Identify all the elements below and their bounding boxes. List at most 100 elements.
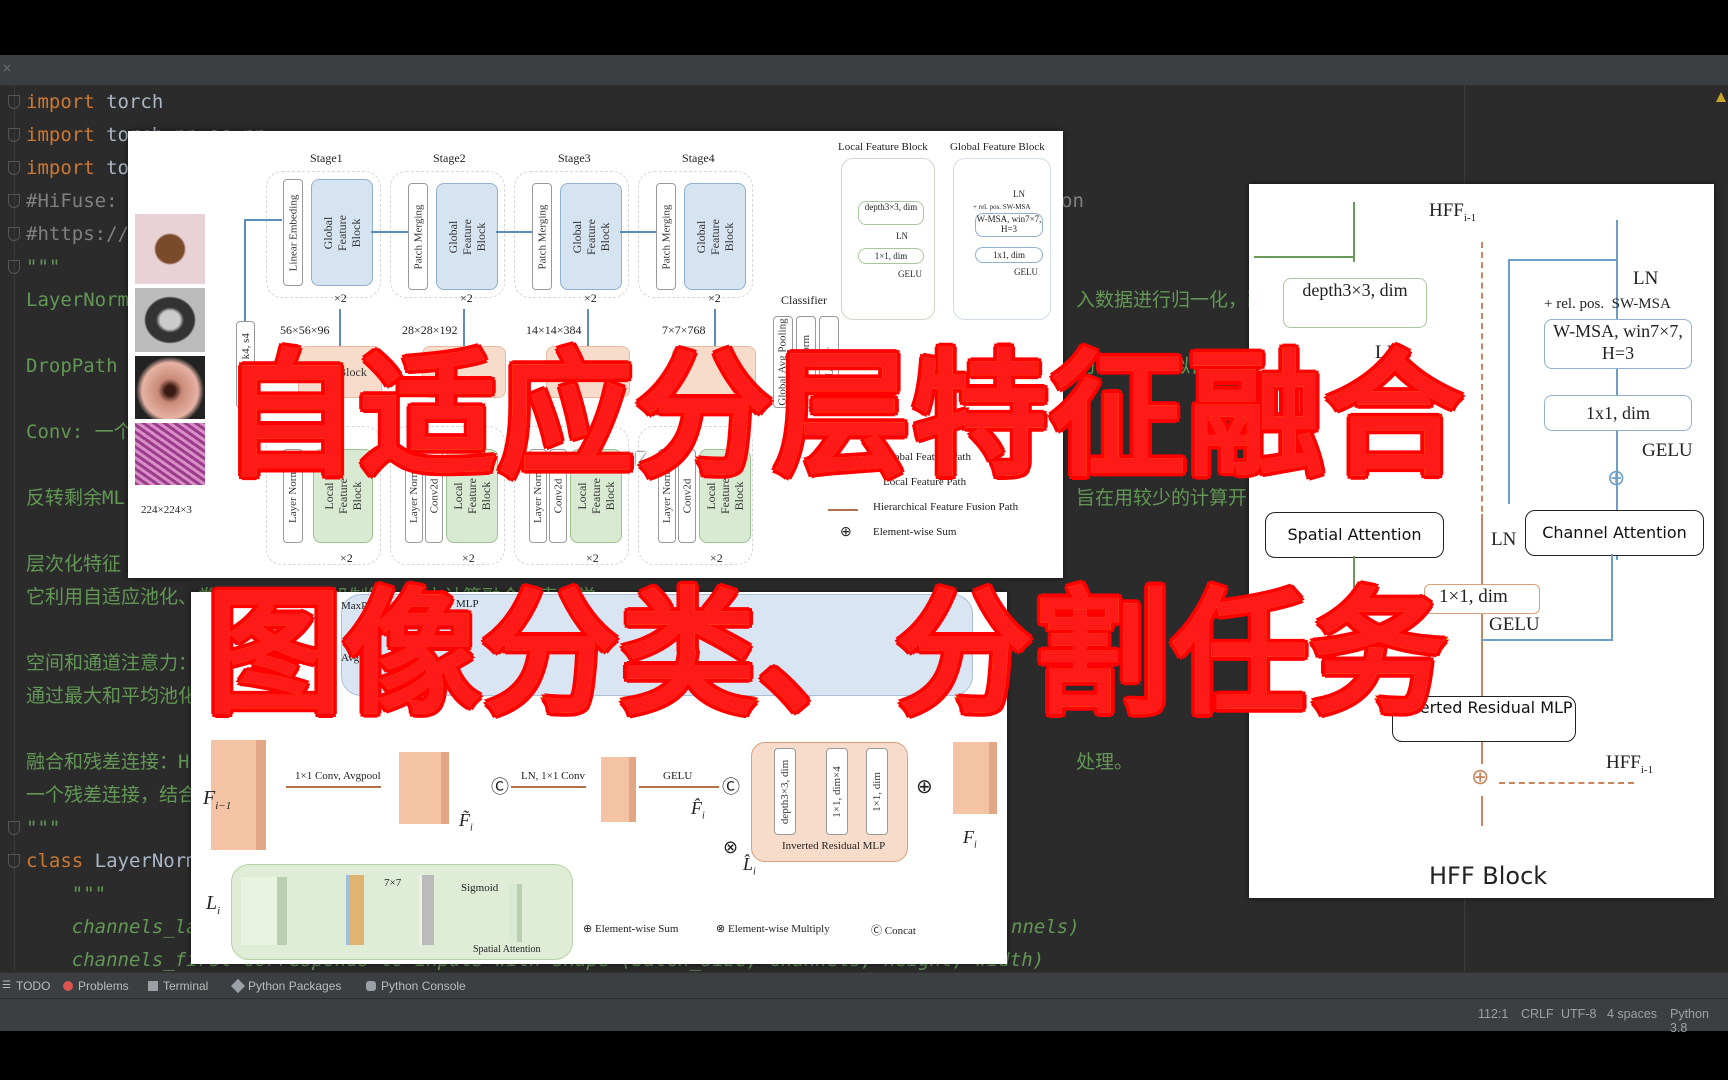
python-interpreter[interactable]: Python 3.8 xyxy=(1670,1007,1728,1035)
repeat-label: ×2 xyxy=(584,291,597,305)
tool-window-python-packages[interactable]: Python Packages xyxy=(230,973,342,999)
global-feature-block: Global Feature Block xyxy=(684,183,746,290)
flow-arrow xyxy=(244,219,282,221)
code-line[interactable]: """ xyxy=(26,878,106,911)
local-detail-box1: depth3×3, dim xyxy=(858,201,924,225)
code-keyword: import xyxy=(26,91,95,113)
code-line[interactable]: Conv: 一个 xyxy=(26,416,133,449)
code-docstring: 层次化特征 xyxy=(26,553,122,575)
tool-window-todo[interactable]: ☰ TODO xyxy=(2,973,50,999)
code-line[interactable]: #https:// xyxy=(8,218,129,251)
code-line[interactable]: """ xyxy=(8,251,61,284)
ln-label: LN xyxy=(1491,529,1517,550)
kernel-label: 7×7 xyxy=(384,877,402,889)
terminal-icon xyxy=(148,981,158,991)
code-line[interactable]: 通过最大和平均池化 xyxy=(26,680,197,713)
hff-block-title: HFF Block xyxy=(1429,862,1548,890)
hff-prev-label: HFFi-1 xyxy=(1606,752,1654,776)
fold-marker-icon[interactable] xyxy=(8,854,20,868)
stage-title: Stage4 xyxy=(682,151,715,165)
sum-symbol-icon: ⊕ xyxy=(916,776,933,798)
close-tab-icon[interactable]: × xyxy=(2,61,12,75)
fold-marker-icon[interactable] xyxy=(8,227,20,241)
mouse-cursor-icon xyxy=(636,452,646,466)
ln-label: LN xyxy=(1013,189,1025,199)
legend-sum: ⊕ Element-wise Sum xyxy=(583,923,679,935)
fold-marker-icon[interactable] xyxy=(8,194,20,208)
blue-path xyxy=(1616,220,1618,560)
gutter-divider xyxy=(14,86,15,971)
global-detail-box2: 1x1, dim xyxy=(975,247,1043,263)
file-encoding[interactable]: UTF-8 xyxy=(1561,1007,1596,1021)
input-image-ct xyxy=(135,288,205,352)
fold-marker-icon[interactable] xyxy=(8,161,20,175)
repeat-label: ×2 xyxy=(710,551,723,565)
input-size-label: 224×224×3 xyxy=(141,504,192,516)
code-line[interactable]: DropPath 助于减少过拟合，提 xyxy=(26,350,1247,383)
hff-right-box2: 1x1, dim xyxy=(1544,395,1692,431)
list-icon: ☰ xyxy=(2,980,11,991)
irmlp-box: 1×1, dim×4 xyxy=(826,748,848,835)
gelu-label: GELU xyxy=(1489,614,1540,635)
tool-window-python-console[interactable]: Python Console xyxy=(366,973,466,999)
fold-marker-icon[interactable] xyxy=(8,95,20,109)
green-path xyxy=(1353,202,1355,262)
fold-marker-icon[interactable] xyxy=(8,260,20,274)
ln-label: LN xyxy=(896,231,908,241)
patch-merging-box: Patch Merging xyxy=(532,183,552,290)
blue-path xyxy=(1611,554,1613,641)
tool-window-label: Python Packages xyxy=(248,979,342,993)
patch-merging-box: Patch Merging xyxy=(656,183,676,290)
global-detail-box1: W-MSA, win7×7, H=3 xyxy=(975,213,1043,237)
code-line[interactable]: 融合和残差连接：H 处理。 xyxy=(26,746,1133,779)
sigmoid-label: Sigmoid xyxy=(461,882,499,894)
stage-title: Stage1 xyxy=(310,151,343,165)
repeat-label: ×2 xyxy=(460,291,473,305)
indent-setting[interactable]: 4 spaces xyxy=(1607,1007,1657,1021)
legend-elementwise-sum: Element-wise Sum xyxy=(873,526,957,538)
hff-left-box: depth3×3, dim xyxy=(1283,278,1427,328)
stage-title: Stage3 xyxy=(558,151,591,165)
code-line[interactable]: 层次化特征 xyxy=(26,548,121,581)
legend-fusion-arrow xyxy=(828,509,858,511)
concat-icon: Ⓒ xyxy=(491,777,509,797)
tool-window-problems[interactable]: Problems xyxy=(63,973,129,999)
global-feature-block: Global Feature Block xyxy=(311,179,373,286)
tool-window-terminal[interactable]: Terminal xyxy=(148,973,208,999)
tool-window-label: Problems xyxy=(78,979,129,993)
code-text-tail: 处理。 xyxy=(1076,751,1134,773)
caret-position[interactable]: 112:1 xyxy=(1478,1007,1508,1021)
code-line[interactable]: #HiFuse: on xyxy=(8,185,1084,218)
code-line[interactable]: import to xyxy=(8,152,129,185)
irmlp-box: 1×1, dim xyxy=(866,748,888,835)
code-line[interactable]: 一个残差连接，结合 xyxy=(26,779,197,812)
pos-label: + rel. pos. SW-MSA xyxy=(973,203,1031,211)
feature-map-out xyxy=(953,742,997,814)
ln-conv-label: LN, 1×1 Conv xyxy=(521,770,585,782)
green-path xyxy=(1254,256,1354,258)
code-line[interactable]: 反转剩余ML 旨在用较少的计算开 xyxy=(26,482,1247,515)
fold-marker-icon[interactable] xyxy=(8,821,20,835)
code-line[interactable]: import torch xyxy=(8,86,163,119)
code-line[interactable]: 空间和通道注意力： xyxy=(26,647,197,680)
code-line[interactable]: """ xyxy=(8,812,60,845)
f-out-label: Fi xyxy=(963,827,977,851)
gelu-label: GELU xyxy=(1642,440,1693,461)
line-separator[interactable]: CRLF xyxy=(1521,1007,1554,1021)
code-docstring: 空间和通道注意力： xyxy=(26,652,198,674)
pos-label: + rel. pos. SW-MSA xyxy=(1544,296,1671,312)
fusion-arrow xyxy=(286,786,381,788)
spatial-attention-label: Spatial Attention xyxy=(473,944,541,955)
tool-window-label: TODO xyxy=(15,979,51,993)
classifier-title: Classifier xyxy=(781,293,827,307)
fold-marker-icon[interactable] xyxy=(8,128,20,142)
code-line[interactable]: LayerNorm 入数据进行归一化，改 xyxy=(26,284,1266,317)
local-detail-title: Local Feature Block xyxy=(838,141,928,153)
code-text: LayerNorm xyxy=(83,850,198,872)
ln-label: LN xyxy=(1633,268,1659,289)
code-docstring: """ xyxy=(26,256,61,278)
code-line[interactable]: class LayerNorm xyxy=(8,845,198,878)
warning-icon[interactable] xyxy=(1716,92,1726,102)
code-text-tail: nnels) xyxy=(1011,916,1080,938)
blue-path xyxy=(1508,259,1510,504)
